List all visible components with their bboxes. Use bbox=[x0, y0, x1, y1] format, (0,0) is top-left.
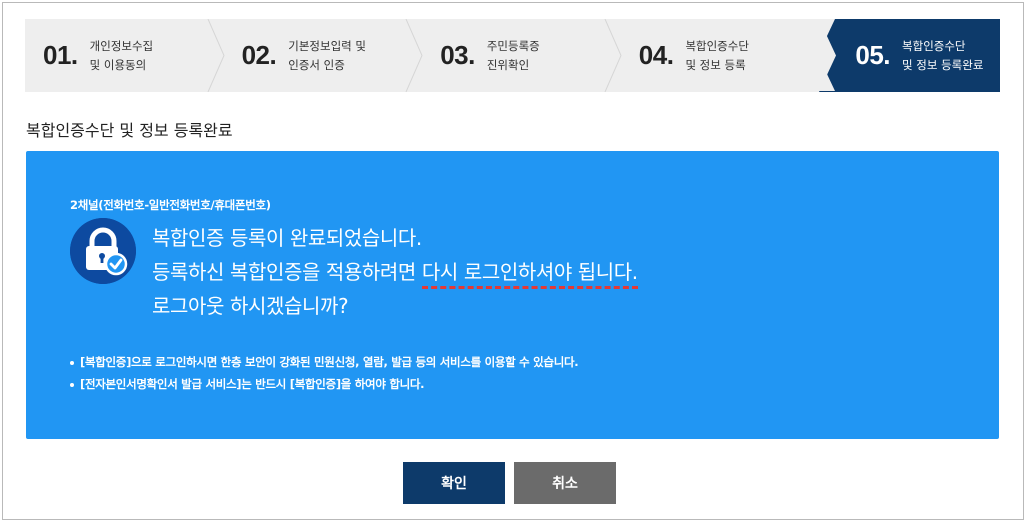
step-label-line1: 기본정보입력 및 bbox=[288, 38, 366, 53]
message-line-3: 로그아웃 하시겠습니까? bbox=[152, 294, 349, 318]
step-label-line2: 진위확인 bbox=[486, 57, 530, 72]
chevron-divider-icon bbox=[405, 19, 423, 92]
completion-panel: 2채널(전화번호-일반전화번호/휴대폰번호) 복합인증 등록이 완료되었습니다.… bbox=[26, 151, 999, 439]
cancel-button[interactable]: 취소 bbox=[514, 462, 616, 504]
step-label-line2: 및 정보 등록완료 bbox=[902, 57, 984, 72]
step-label-line2: 인증서 인증 bbox=[288, 57, 345, 72]
bullet-icon bbox=[70, 382, 74, 387]
step-3: 03. 주민등록증 진위확인 bbox=[422, 19, 622, 92]
message-line-1: 복합인증 등록이 완료되었습니다. bbox=[152, 226, 422, 250]
list-item: [전자본인서명확인서 발급 서비스]는 반드시 [복합인증]을 하여야 합니다. bbox=[70, 373, 578, 395]
completion-message: 복합인증 등록이 완료되었습니다. 등록하신 복합인증을 적용하려면 다시 로그… bbox=[152, 221, 638, 323]
step-number: 04. bbox=[638, 40, 674, 70]
notes-list: [복합인증]으로 로그인하시면 한층 보안이 강화된 민원신청, 열람, 발급 … bbox=[70, 351, 579, 395]
step-label-line2: 및 이용동의 bbox=[89, 57, 147, 72]
chevron-divider-icon bbox=[604, 19, 622, 92]
message-line-2: 등록하신 복합인증을 적용하려면 다시 로그인하셔야 됩니다. bbox=[152, 255, 638, 289]
step-label-line1: 복합인증수단 bbox=[685, 38, 749, 53]
step-number: 02. bbox=[241, 40, 277, 70]
relogin-notice: 다시 로그인하셔야 됩니다. bbox=[421, 260, 638, 289]
lock-check-icon bbox=[70, 218, 136, 284]
step-label-line1: 복합인증수단 bbox=[902, 38, 966, 53]
step-number: 01. bbox=[43, 40, 78, 70]
step-label-line1: 개인정보수집 bbox=[89, 38, 154, 53]
message-line-2-prefix: 등록하신 복합인증을 적용하려면 bbox=[152, 260, 422, 284]
step-number: 03. bbox=[440, 40, 475, 70]
step-2: 02. 기본정보입력 및 인증서 인증 bbox=[224, 19, 423, 92]
channel-label: 2채널(전화번호-일반전화번호/휴대폰번호) bbox=[70, 198, 271, 212]
step-5-active: 05. 복합인증수단 및 정보 등록완료 bbox=[819, 19, 1000, 92]
page-title: 복합인증수단 및 정보 등록완료 bbox=[26, 121, 233, 140]
step-label-line2: 및 정보 등록 bbox=[685, 57, 746, 72]
step-label-line1: 주민등록증 bbox=[486, 38, 540, 53]
step-4: 04. 복합인증수단 및 정보 등록 bbox=[621, 19, 820, 92]
confirm-button[interactable]: 확인 bbox=[403, 462, 505, 504]
list-item: [복합인증]으로 로그인하시면 한층 보안이 강화된 민원신청, 열람, 발급 … bbox=[70, 351, 579, 373]
step-indicator: 01. 개인정보수집 및 이용동의 02. 기본정보입력 및 인증서 인증 03… bbox=[25, 19, 1000, 92]
step-1: 01. 개인정보수집 및 이용동의 bbox=[25, 19, 225, 92]
chevron-divider-icon bbox=[207, 19, 225, 92]
bullet-icon bbox=[70, 360, 74, 365]
step-number: 05. bbox=[855, 40, 891, 70]
